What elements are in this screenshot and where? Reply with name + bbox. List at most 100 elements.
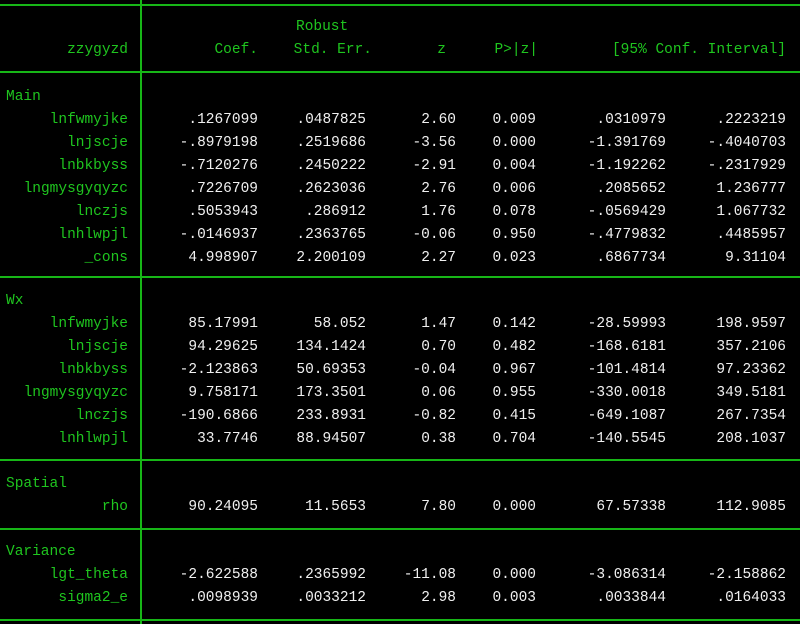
cell-se: .286912 [305,204,366,220]
cell-coef: 85.17991 [188,316,258,332]
row-label: lnfwmyjke [49,112,128,128]
cell-coef: .0098939 [188,590,258,606]
cell-z: 1.76 [421,204,456,220]
row-label: _cons [84,250,128,266]
cell-hi: 1.067732 [716,204,786,220]
cell-coef: 90.24095 [188,499,258,515]
cell-p: 0.006 [492,181,536,197]
cell-p: 0.078 [492,204,536,220]
cell-lo: -1.192262 [587,158,666,174]
row-label: sigma2_e [58,590,128,606]
cell-p: 0.009 [492,112,536,128]
cell-coef: -190.6866 [179,408,258,424]
cell-z: 0.06 [421,385,456,401]
cell-z: 2.60 [421,112,456,128]
cell-coef: 33.7746 [197,431,258,447]
bottom-rule [0,619,800,621]
cell-p: 0.000 [492,499,536,515]
cell-hi: 112.9085 [716,499,786,515]
cell-lo: -3.086314 [587,567,666,583]
cell-z: 2.76 [421,181,456,197]
cell-z: 2.27 [421,250,456,266]
cell-lo: 67.57338 [596,499,666,515]
header-depvar: zzygyzd [67,42,128,58]
cell-lo: .2085652 [596,181,666,197]
cell-p: 0.142 [492,316,536,332]
cell-lo: -101.4814 [587,362,666,378]
cell-z: -0.04 [412,362,456,378]
section-rule-variance [0,528,800,530]
cell-hi: 198.9597 [716,316,786,332]
cell-se: .0487825 [296,112,366,128]
cell-lo: -649.1087 [587,408,666,424]
row-label: lnbkbyss [58,362,128,378]
cell-hi: -.2317929 [707,158,786,174]
cell-coef: -.7120276 [179,158,258,174]
row-label: lngmysgyqyzc [23,385,128,401]
cell-se: 134.1424 [296,339,366,355]
cell-z: 1.47 [421,316,456,332]
cell-lo: -.0569429 [587,204,666,220]
header-ci: [95% Conf. Interval] [611,42,786,58]
cell-hi: 357.2106 [716,339,786,355]
cell-se: .2450222 [296,158,366,174]
cell-coef: .7226709 [188,181,258,197]
section-title: Main [6,89,41,105]
cell-p: 0.955 [492,385,536,401]
header-p: P>|z| [494,42,538,58]
row-label: lnjscje [67,339,128,355]
cell-p: 0.004 [492,158,536,174]
cell-lo: .0033844 [596,590,666,606]
cell-z: 7.80 [421,499,456,515]
row-label: lgt_theta [49,567,128,583]
cell-lo: .0310979 [596,112,666,128]
cell-p: 0.967 [492,362,536,378]
cell-coef: -2.123863 [179,362,258,378]
cell-lo: -28.59993 [587,316,666,332]
cell-hi: .0164033 [716,590,786,606]
cell-lo: -.4779832 [587,227,666,243]
section-rule-spatial [0,459,800,461]
cell-p: 0.482 [492,339,536,355]
cell-coef: -2.622588 [179,567,258,583]
cell-p: 0.704 [492,431,536,447]
cell-se: 173.3501 [296,385,366,401]
cell-p: 0.415 [492,408,536,424]
cell-p: 0.003 [492,590,536,606]
section-title: Variance [6,544,76,560]
row-label: rho [101,499,128,515]
row-label: lnhlwpjl [58,431,128,447]
cell-coef: -.0146937 [179,227,258,243]
row-label: lnjscje [67,135,128,151]
cell-lo: -1.391769 [587,135,666,151]
cell-se: .2363765 [296,227,366,243]
cell-hi: -.4040703 [707,135,786,151]
cell-z: -2.91 [412,158,456,174]
cell-se: 2.200109 [296,250,366,266]
cell-hi: -2.158862 [707,567,786,583]
cell-se: .2623036 [296,181,366,197]
cell-lo: -140.5545 [587,431,666,447]
cell-hi: 349.5181 [716,385,786,401]
section-title: Spatial [6,476,67,492]
cell-lo: -168.6181 [587,339,666,355]
row-label: lnhlwpjl [58,227,128,243]
cell-p: 0.000 [492,135,536,151]
cell-z: 2.98 [421,590,456,606]
top-rule [0,4,800,6]
cell-hi: 267.7354 [716,408,786,424]
cell-p: 0.000 [492,567,536,583]
cell-se: 11.5653 [305,499,366,515]
section-rule-wx [0,276,800,278]
row-label: lnczjs [75,408,128,424]
cell-se: .2365992 [296,567,366,583]
cell-se: 233.8931 [296,408,366,424]
row-label: lngmysgyqyzc [23,181,128,197]
cell-coef: .5053943 [188,204,258,220]
cell-coef: .1267099 [188,112,258,128]
cell-se: 88.94507 [296,431,366,447]
cell-z: 0.38 [421,431,456,447]
cell-lo: .6867734 [596,250,666,266]
cell-coef: 9.758171 [188,385,258,401]
cell-z: -3.56 [412,135,456,151]
